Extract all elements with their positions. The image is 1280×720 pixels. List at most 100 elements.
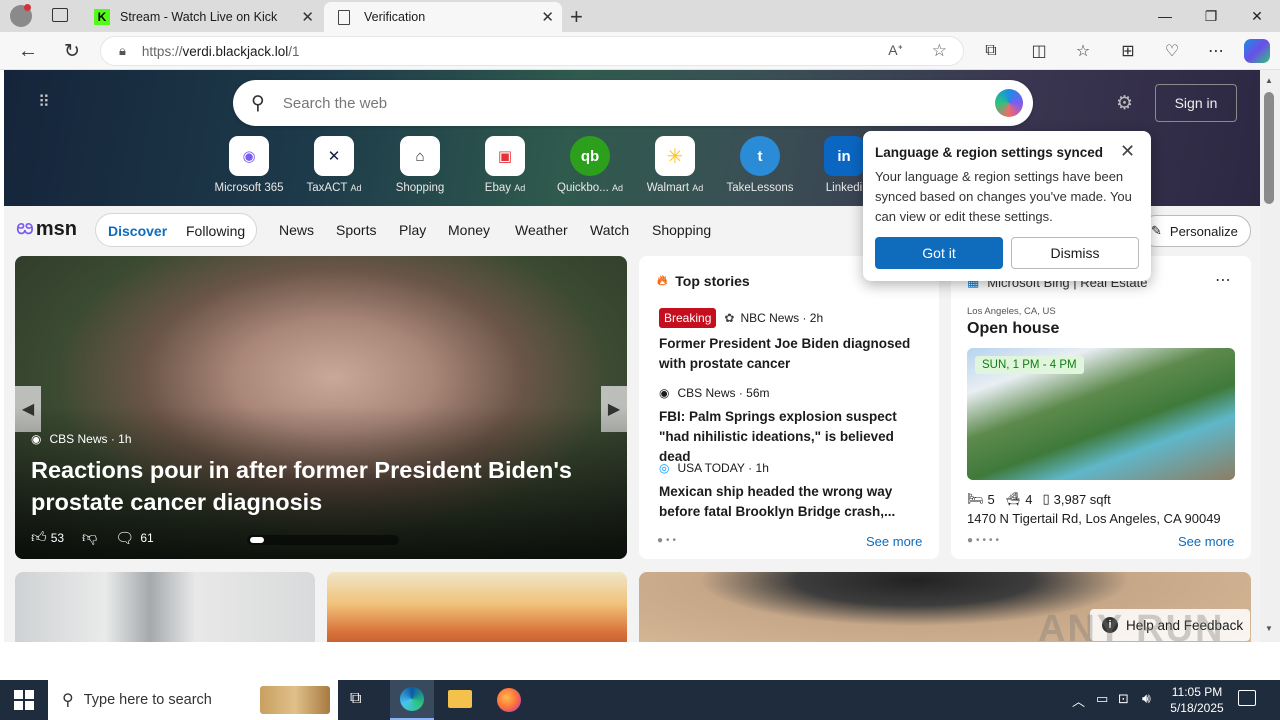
walmart-icon: ✳ [655, 136, 695, 176]
favorite-star-icon[interactable]: ☆ [932, 41, 947, 61]
more-options-icon[interactable]: ⋯ [1215, 270, 1231, 290]
new-tab-button[interactable]: + [570, 4, 583, 30]
nav-weather[interactable]: Weather [515, 222, 568, 238]
tray-chevron-icon[interactable]: ︿ [1072, 691, 1085, 710]
property-address[interactable]: 1470 N Tigertail Rd, Los Angeles, CA 900… [967, 511, 1221, 526]
usatoday-icon: ◎ [659, 461, 670, 475]
story-headline[interactable]: Former President Joe Biden diagnosed wit… [659, 334, 921, 374]
scrollbar-thumb[interactable] [1264, 92, 1274, 204]
close-icon[interactable]: ✕ [301, 8, 314, 26]
lock-icon[interactable]: 🔒︎ [119, 43, 126, 59]
news-card-image[interactable] [15, 572, 315, 642]
split-screen-icon[interactable]: ◫ [1025, 38, 1053, 64]
quick-link-ms365[interactable]: ◉ Microsoft 365 [209, 136, 289, 194]
volume-icon[interactable]: 🔊︎ [1142, 690, 1151, 707]
minimize-button[interactable]: — [1142, 0, 1188, 32]
apps-grid-icon[interactable]: ⠿ [38, 92, 51, 112]
tab-kick[interactable]: K Stream - Watch Live on Kick ✕ [84, 2, 322, 32]
read-aloud-icon[interactable]: Aᐩ [888, 42, 903, 59]
nav-watch[interactable]: Watch [590, 222, 629, 238]
edge-taskbar-icon[interactable] [390, 680, 434, 720]
got-it-button[interactable]: Got it [875, 237, 1003, 269]
browser-essentials-icon[interactable]: ♡ [1158, 38, 1186, 64]
page-dots[interactable]: ●•••• [967, 535, 1002, 546]
story-headline[interactable]: FBI: Palm Springs explosion suspect "had… [659, 407, 929, 467]
copilot-icon[interactable] [1244, 39, 1270, 63]
nav-shopping[interactable]: Shopping [652, 222, 711, 238]
dismiss-button[interactable]: Dismiss [1011, 237, 1139, 269]
quick-link-takelessons[interactable]: t TakeLessons [720, 136, 800, 194]
clock-time: 11:05 PM [1171, 685, 1223, 699]
story-headline[interactable]: Mexican ship headed the wrong way before… [659, 482, 929, 522]
file-explorer-icon[interactable] [448, 690, 472, 708]
firefox-icon[interactable] [497, 688, 521, 712]
nav-sports[interactable]: Sports [336, 222, 376, 238]
msn-logo[interactable]: ఴ msn [16, 214, 77, 245]
property-stats: 🛏︎ 5 🛁︎ 4 ▯ 3,987 sqft [967, 491, 1111, 507]
task-view-icon[interactable]: ⧉ [350, 690, 361, 708]
profile-avatar[interactable] [10, 4, 32, 27]
quick-link-taxact[interactable]: ✕ TaxACT Ad [294, 136, 374, 194]
hero-story-card[interactable]: ◀ ▶ ◉ CBS News · 1h Reactions pour in af… [15, 256, 627, 559]
tab-actions-icon[interactable] [52, 8, 68, 22]
carousel-dots[interactable] [247, 535, 399, 545]
taxact-icon: ✕ [314, 136, 354, 176]
personalize-button[interactable]: ✎ Personalize [1140, 215, 1251, 247]
restore-button[interactable]: ❐ [1188, 0, 1234, 32]
help-feedback-button[interactable]: i Help and Feedback [1090, 609, 1250, 641]
nav-play[interactable]: Play [399, 222, 426, 238]
search-box[interactable]: ⚲ Search the web [233, 80, 1033, 126]
taskbar-search[interactable]: ⚲ Type here to search [48, 680, 338, 720]
refresh-button[interactable]: ↻ [58, 38, 86, 64]
news-card-image[interactable] [327, 572, 627, 642]
real-estate-card: ▦ Microsoft Bing | Real Estate ⋯ Los Ange… [951, 256, 1251, 559]
scroll-up-icon[interactable]: ▲ [1265, 76, 1273, 85]
quick-link-quickbooks[interactable]: qb Quickbo... Ad [550, 136, 630, 194]
see-more-link[interactable]: See more [1178, 534, 1234, 549]
settings-gear-icon[interactable]: ⚙ [1116, 92, 1133, 115]
like-icon[interactable]: 👍︎ [31, 529, 47, 547]
nav-money[interactable]: Money [448, 222, 490, 238]
baths-count: 4 [1025, 491, 1033, 507]
quick-link-walmart[interactable]: ✳ Walmart Ad [635, 136, 715, 194]
comment-icon[interactable]: 🗨︎ [115, 529, 134, 547]
house-photo[interactable]: SUN, 1 PM - 4 PM [967, 348, 1235, 480]
favorites-icon[interactable]: ☆ [1069, 38, 1097, 64]
more-menu-icon[interactable]: ⋯ [1202, 38, 1230, 64]
see-more-link[interactable]: See more [866, 534, 922, 549]
scroll-down-icon[interactable]: ▼ [1265, 624, 1273, 633]
location-label: Los Angeles, CA, US [967, 306, 1056, 317]
close-icon[interactable]: ✕ [1120, 141, 1135, 162]
clock[interactable]: 11:05 PM 5/18/2025 [1168, 684, 1226, 716]
page-dots[interactable]: ●•• [657, 535, 679, 546]
copilot-icon[interactable] [995, 89, 1023, 117]
beds-count: 5 [987, 491, 995, 507]
tab-following[interactable]: Following [186, 223, 245, 239]
hero-headline[interactable]: Reactions pour in after former President… [31, 454, 601, 518]
dislike-icon[interactable]: 👎︎ [82, 529, 97, 547]
network-icon[interactable]: ▭ [1096, 691, 1108, 707]
quick-link-ebay[interactable]: ▣ Ebay Ad [465, 136, 545, 194]
back-button[interactable]: ← [14, 38, 42, 64]
butterfly-icon: ఴ [16, 214, 34, 239]
ethernet-icon[interactable]: ⊡ [1118, 691, 1129, 707]
tab-discover[interactable]: Discover [108, 223, 167, 239]
open-house-title[interactable]: Open house [967, 320, 1059, 338]
ad-label: Ad [611, 183, 623, 193]
window-close-button[interactable]: ✕ [1234, 0, 1280, 32]
nav-news[interactable]: News [279, 222, 314, 238]
sign-in-button[interactable]: Sign in [1155, 84, 1237, 122]
page-scrollbar[interactable]: ▲ ▼ [1260, 70, 1280, 642]
address-bar[interactable]: 🔒︎ https://verdi.blackjack.lol/1 Aᐩ ☆ [100, 36, 964, 66]
breaking-badge: Breaking [659, 308, 717, 328]
url-path: /1 [288, 43, 300, 59]
extensions-icon[interactable]: ⧉ [977, 38, 1005, 64]
quick-link-shopping[interactable]: ⌂ Shopping [380, 136, 460, 194]
tab-verification[interactable]: Verification ✕ [324, 2, 562, 32]
start-button[interactable] [14, 690, 34, 710]
notifications-icon[interactable] [1238, 690, 1256, 706]
close-icon[interactable]: ✕ [541, 8, 554, 26]
collections-icon[interactable]: ⊞ [1114, 38, 1142, 64]
takelessons-icon: t [740, 136, 780, 176]
tab-strip: K Stream - Watch Live on Kick ✕ Verifica… [0, 0, 1280, 32]
